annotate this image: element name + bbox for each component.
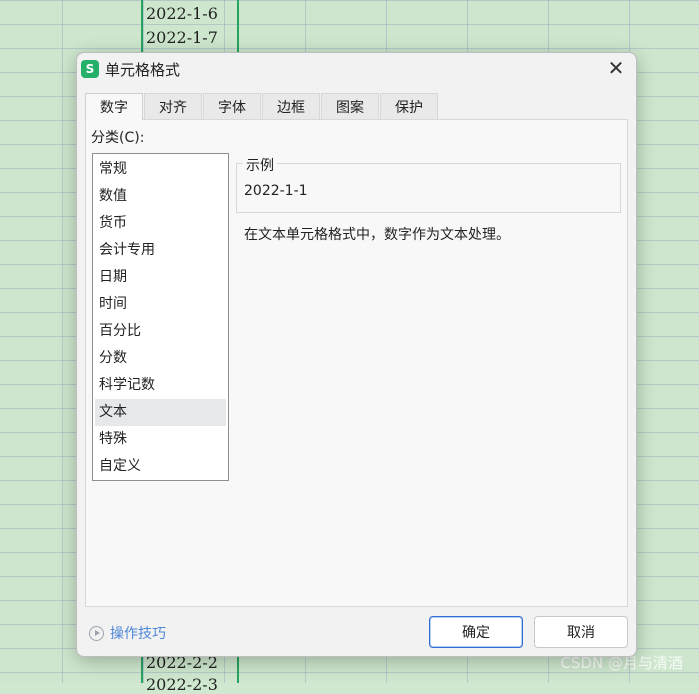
category-item[interactable]: 百分比 [95, 318, 226, 345]
tab-pattern[interactable]: 图案 [321, 93, 379, 119]
cell-value[interactable]: 2022-1-6 [146, 4, 218, 23]
category-item[interactable]: 常规 [95, 156, 226, 183]
format-description: 在文本单元格格式中，数字作为文本处理。 [244, 227, 510, 243]
tab-number[interactable]: 数字 [85, 93, 143, 120]
tips-label: 操作技巧 [110, 626, 166, 642]
tab-border[interactable]: 边框 [262, 93, 320, 119]
cancel-button[interactable]: 取消 [534, 616, 628, 648]
close-icon[interactable]: ✕ [604, 56, 628, 80]
category-item[interactable]: 货币 [95, 210, 226, 237]
format-cells-dialog: S 单元格格式 ✕ 数字 对齐 字体 边框 图案 保护 分类(C): 常规 数值… [76, 52, 637, 657]
category-item[interactable]: 特殊 [95, 426, 226, 453]
title-bar[interactable]: S 单元格格式 ✕ [77, 53, 636, 85]
category-item-selected[interactable]: 文本 [95, 399, 226, 426]
category-item[interactable]: 自定义 [95, 453, 226, 480]
tips-link[interactable]: 操作技巧 [89, 623, 166, 643]
cell-value[interactable]: 2022-1-7 [146, 28, 218, 47]
sample-value: 2022-1-1 [244, 183, 308, 199]
category-item[interactable]: 时间 [95, 291, 226, 318]
category-item[interactable]: 分数 [95, 345, 226, 372]
category-item[interactable]: 会计专用 [95, 237, 226, 264]
wps-app-icon: S [81, 60, 99, 78]
dialog-title: 单元格格式 [105, 61, 181, 79]
sample-legend: 示例 [243, 155, 277, 175]
ok-button[interactable]: 确定 [429, 616, 523, 648]
tab-bar: 数字 对齐 字体 边框 图案 保护 [85, 93, 439, 120]
category-item[interactable]: 日期 [95, 264, 226, 291]
tab-alignment[interactable]: 对齐 [144, 93, 202, 119]
category-list[interactable]: 常规 数值 货币 会计专用 日期 时间 百分比 分数 科学记数 文本 特殊 自定… [92, 153, 229, 481]
play-circle-icon [89, 625, 104, 641]
category-item[interactable]: 数值 [95, 183, 226, 210]
tab-protection[interactable]: 保护 [380, 93, 438, 119]
tab-font[interactable]: 字体 [203, 93, 261, 119]
category-label: 分类(C): [91, 130, 145, 146]
cell-value[interactable]: 2022-2-3 [146, 675, 218, 694]
category-item[interactable]: 科学记数 [95, 372, 226, 399]
